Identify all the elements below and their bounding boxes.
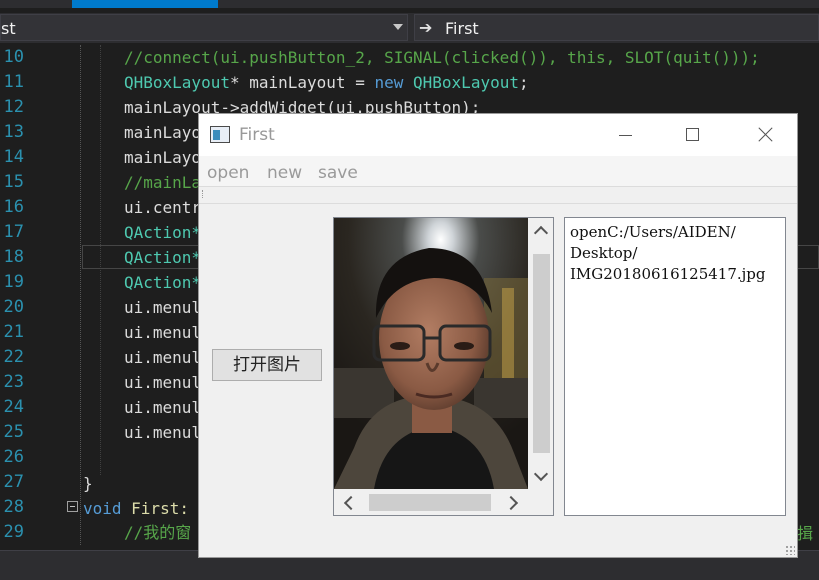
vertical-scrollbar[interactable]: [529, 218, 553, 489]
code-line: ui.centr: [124, 198, 202, 217]
code-line: void First:: [83, 496, 189, 521]
window-title-bar[interactable]: First: [199, 114, 797, 156]
menu-bar: open new save: [199, 156, 797, 187]
code-line: mainLayo: [124, 123, 202, 142]
line-number: 20: [3, 297, 24, 317]
line-number: 29: [3, 522, 24, 542]
line-number: 22: [3, 347, 24, 367]
toolbar-handle[interactable]: [202, 190, 205, 198]
horizontal-scrollbar[interactable]: [334, 490, 528, 515]
minimize-button[interactable]: [591, 114, 661, 156]
maximize-button[interactable]: [658, 114, 728, 156]
line-number: 21: [3, 322, 24, 342]
open-image-button[interactable]: 打开图片: [212, 349, 322, 381]
line-number: 17: [3, 222, 24, 242]
toolbar: [199, 187, 797, 204]
resize-grip-icon[interactable]: [785, 545, 795, 555]
vertical-scroll-thumb[interactable]: [533, 254, 550, 453]
scroll-left-icon[interactable]: [343, 495, 359, 511]
line-number: 12: [3, 97, 24, 117]
line-number: 16: [3, 197, 24, 217]
code-token: QHBoxLayout: [413, 73, 519, 92]
code-line: ui.menul: [124, 398, 202, 417]
ide-tab-strip: [0, 0, 819, 8]
image-scroll-area[interactable]: [333, 217, 554, 516]
line-number: 10: [3, 47, 24, 67]
line-number: 18: [3, 247, 24, 267]
menu-item-save[interactable]: save: [318, 163, 358, 183]
scrollbar-corner: [529, 490, 553, 515]
scroll-right-icon[interactable]: [503, 495, 519, 511]
code-token: void: [83, 499, 122, 518]
scope-dropdown-label: st: [1, 19, 16, 38]
code-line: ui.menul: [124, 298, 202, 317]
scroll-down-icon[interactable]: [533, 466, 549, 482]
ide-tab-first-cpp[interactable]: [72, 0, 218, 8]
code-line: }: [83, 474, 93, 493]
code-line: //mainLa: [124, 173, 202, 192]
menu-item-new[interactable]: new: [267, 163, 302, 183]
line-number: 23: [3, 372, 24, 392]
arrow-right-icon: ➔: [419, 18, 433, 37]
line-number: 15: [3, 172, 24, 192]
code-token: * mainLayout =: [229, 73, 375, 92]
code-line: QAction*: [124, 223, 202, 242]
code-line: ui.menul: [124, 373, 202, 392]
member-dropdown-label: First: [445, 19, 479, 38]
close-button[interactable]: [729, 114, 799, 156]
code-line: ui.menul: [124, 323, 202, 342]
code-line: QAction*: [124, 273, 202, 292]
code-token: new: [374, 73, 404, 92]
path-text-edit[interactable]: openC:/Users/AIDEN/ Desktop/ IMG20180616…: [564, 217, 786, 516]
code-token: ;: [518, 73, 529, 92]
line-number: 19: [3, 272, 24, 292]
code-line: //connect(ui.pushButton_2, SIGNAL(clicke…: [124, 48, 760, 67]
code-line-fragment: 揖: [797, 524, 814, 543]
line-number: 13: [3, 122, 24, 142]
code-line: ui.menul: [124, 348, 202, 367]
ide-tab-blank[interactable]: [0, 0, 68, 8]
ide-navigation-bar: st ➔ First: [0, 13, 819, 43]
line-number: 24: [3, 397, 24, 417]
member-dropdown[interactable]: ➔ First: [414, 14, 819, 41]
window-title: First: [239, 125, 275, 145]
code-line: ui.menul: [124, 423, 202, 442]
horizontal-scroll-thumb[interactable]: [369, 494, 491, 511]
ide-tab-main-cpp[interactable]: [222, 0, 312, 8]
code-line: //我的窗: [124, 523, 192, 542]
collapse-icon[interactable]: [67, 501, 78, 512]
code-token: First:: [121, 499, 189, 518]
line-number: 11: [3, 72, 24, 92]
scope-dropdown[interactable]: st: [0, 14, 408, 41]
line-number: 26: [3, 447, 24, 467]
scroll-up-icon[interactable]: [533, 225, 549, 241]
photo-image: [334, 218, 528, 489]
line-number: 28: [3, 497, 24, 517]
code-token: QHBoxLayout: [124, 73, 230, 92]
indent-guide: [80, 45, 82, 545]
menu-item-open[interactable]: open: [207, 163, 249, 183]
code-line: QHBoxLayout* mainLayout = new QHBoxLayou…: [124, 70, 529, 95]
qt-window: First open new save 打开图片 openC:/Users/AI…: [198, 113, 798, 558]
line-number: 25: [3, 422, 24, 442]
line-number: 27: [3, 472, 24, 492]
chevron-down-icon[interactable]: [393, 24, 403, 30]
line-number: 14: [3, 147, 24, 167]
code-line: mainLayo: [124, 148, 202, 167]
app-window-icon: [210, 126, 230, 143]
code-line: QAction*: [124, 248, 202, 267]
